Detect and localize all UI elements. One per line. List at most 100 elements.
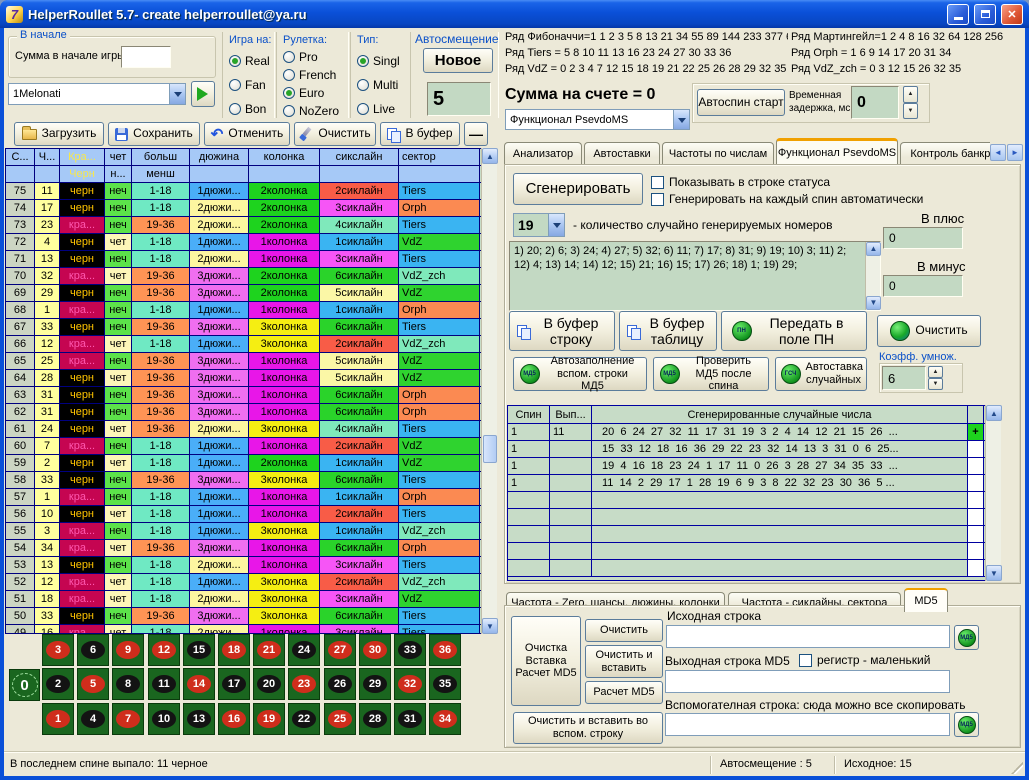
radio-option-fan[interactable]: Fan (229, 78, 274, 92)
maximize-button[interactable] (974, 4, 996, 25)
generated-numbers-textarea[interactable]: 1) 20; 2) 6; 3) 24; 4) 27; 5) 32; 6) 11;… (509, 241, 881, 311)
radio-option-multi[interactable]: Multi (357, 78, 410, 92)
board-cell-28[interactable]: 28 (359, 703, 391, 735)
table-row[interactable]: 6231черннеч19-363дюжи...1колонка6сиклайн… (6, 404, 496, 421)
spinner-down-icon[interactable]: ▼ (903, 103, 918, 120)
spin-table-row[interactable]: 119 4 16 18 23 24 1 17 11 0 26 3 28 27 3… (508, 458, 1000, 475)
board-cell-25[interactable]: 25 (324, 703, 356, 735)
undo-button[interactable]: ↶Отменить (204, 122, 290, 146)
load-button[interactable]: Загрузить (14, 122, 104, 146)
spin-table-row[interactable]: 111 14 2 29 17 1 28 19 6 9 3 8 22 32 23 … (508, 475, 1000, 492)
board-cell-4[interactable]: 4 (77, 703, 109, 735)
radio-option-euro[interactable]: Euro (283, 86, 348, 100)
chevron-down-icon[interactable] (548, 214, 564, 236)
table-row[interactable]: 5212кра...чет1-181дюжи...3колонка2сиклай… (6, 574, 496, 591)
md5-calc-button[interactable]: Расчет MD5 (585, 681, 663, 704)
clear-button[interactable]: Очистить (294, 122, 376, 146)
board-cell-1[interactable]: 1 (42, 703, 74, 735)
table-row[interactable]: 571кра...неч1-181дюжи...1колонка1сиклайн… (6, 489, 496, 506)
board-cell-14[interactable]: 14 (183, 668, 215, 700)
board-cell-8[interactable]: 8 (112, 668, 144, 700)
auto-generate-checkbox-row[interactable]: Генерировать на каждый спин автоматическ… (651, 192, 923, 206)
autospin-start-button[interactable]: Автоспин старт (697, 89, 785, 116)
spinner-up-icon[interactable]: ▲ (928, 366, 943, 378)
output-string-input[interactable] (665, 670, 950, 693)
board-cell-3[interactable]: 3 (42, 634, 74, 666)
table-row[interactable]: 6733черннеч19-363дюжи...3колонка6сиклайн… (6, 319, 496, 336)
board-cell-18[interactable]: 18 (218, 634, 250, 666)
table-row[interactable]: 5313черннеч1-182дюжи...1колонка3сиклайнT… (6, 557, 496, 574)
spin-table-row[interactable] (508, 560, 1000, 577)
table-row[interactable]: 5118кра...чет1-182дюжи...3колонка3сиклай… (6, 591, 496, 608)
md5-clear-paste-button[interactable]: Очистить и вставить (585, 645, 663, 678)
start-sum-input[interactable] (121, 46, 171, 68)
tab-scroll-left-icon[interactable]: ◄ (990, 144, 1006, 161)
radio-option-bon[interactable]: Bon (229, 102, 274, 116)
minus-field[interactable]: 0 (883, 275, 963, 297)
radio-icon[interactable] (283, 105, 295, 117)
table-row[interactable]: 7032кра...чет19-363дюжи...2колонка6сикла… (6, 268, 496, 285)
generate-button[interactable]: Сгенерировать (513, 173, 643, 205)
chevron-down-icon[interactable] (169, 84, 185, 104)
spin-table-scrollbar[interactable]: ▲ ▼ (985, 405, 1001, 581)
table-row[interactable]: 5434кра...чет19-363дюжи...1колонка6сикла… (6, 540, 496, 557)
functional-combobox[interactable]: Функционал PsevdoMS (505, 109, 690, 130)
radio-option-live[interactable]: Live (357, 102, 410, 116)
table-row[interactable]: 7113черннеч1-182дюжи...1колонка3сиклайнT… (6, 251, 496, 268)
radio-icon[interactable] (283, 87, 295, 99)
checkbox-icon[interactable] (651, 193, 664, 206)
board-cell-34[interactable]: 34 (429, 703, 461, 735)
table-row[interactable]: 6525кра...неч19-363дюжи...1колонка5сикла… (6, 353, 496, 370)
board-cell-26[interactable]: 26 (324, 668, 356, 700)
radio-icon[interactable] (283, 51, 295, 63)
aux-string-input[interactable] (665, 713, 950, 736)
table-row[interactable]: 6428чернчет19-363дюжи...1колонка5сиклайн… (6, 370, 496, 387)
tab-1[interactable]: Анализатор (504, 142, 582, 164)
coef-spinner[interactable]: ▲ ▼ (928, 366, 943, 390)
board-cell-zero[interactable]: 0 (9, 669, 40, 701)
new-button[interactable]: Новое (423, 48, 493, 73)
radio-option-pro[interactable]: Pro (283, 50, 348, 64)
board-cell-35[interactable]: 35 (429, 668, 461, 700)
aux-md5-icon-button[interactable]: МД5 (954, 712, 979, 737)
scroll-down-icon[interactable]: ▼ (986, 565, 1002, 581)
table-row[interactable]: 6124чернчет19-362дюжи...3колонка4сиклайн… (6, 421, 496, 438)
source-string-input[interactable] (666, 625, 950, 648)
board-cell-29[interactable]: 29 (359, 668, 391, 700)
register-checkbox-row[interactable]: регистр - маленький (799, 653, 930, 667)
show-status-checkbox-row[interactable]: Показывать в строке статуса (651, 175, 830, 189)
table-row[interactable]: 6929черннеч19-363дюжи...2колонка5сиклайн… (6, 285, 496, 302)
to-buffer-button[interactable]: В буфер (380, 122, 460, 146)
checkbox-icon[interactable] (651, 176, 664, 189)
tab-scroll-right-icon[interactable]: ► (1007, 144, 1023, 161)
calc-md5-icon-button[interactable]: МД5 (954, 625, 979, 650)
table-row[interactable]: 592чернчет1-181дюжи...2колонка1сиклайнVd… (6, 455, 496, 472)
board-cell-24[interactable]: 24 (288, 634, 320, 666)
board-cell-9[interactable]: 9 (112, 634, 144, 666)
buffer-table-button[interactable]: В буфер таблицу (619, 311, 717, 351)
board-cell-22[interactable]: 22 (288, 703, 320, 735)
board-cell-5[interactable]: 5 (77, 668, 109, 700)
count-combobox[interactable]: 19 (513, 213, 565, 237)
board-cell-36[interactable]: 36 (429, 634, 461, 666)
table-row[interactable]: 7323кра...неч19-362дюжи...2колонка4сикла… (6, 217, 496, 234)
tab-5[interactable]: Контроль банкрол (900, 142, 990, 164)
spin-table-row[interactable] (508, 509, 1000, 526)
coef-value[interactable]: 6 (882, 366, 926, 390)
md5-clear-button[interactable]: Очистить (585, 619, 663, 642)
autobet-button[interactable]: ГСЧАвтоставка случайных (775, 357, 867, 391)
plus-field[interactable]: 0 (883, 227, 963, 249)
checkbox-icon[interactable] (799, 654, 812, 667)
radio-icon[interactable] (283, 69, 295, 81)
radio-option-nozero[interactable]: NoZero (283, 104, 348, 118)
spin-table-row[interactable] (508, 526, 1000, 543)
resize-grip[interactable] (1011, 762, 1023, 774)
radio-icon[interactable] (357, 55, 369, 67)
titlebar[interactable]: 7 HelperRoullet 5.7- create helperroulle… (0, 0, 1029, 28)
spin-table-row[interactable] (508, 543, 1000, 560)
radio-icon[interactable] (357, 103, 369, 115)
table-row[interactable]: 724чернчет1-181дюжи...1колонка1сиклайнVd… (6, 234, 496, 251)
delay-value[interactable]: 0 (851, 86, 899, 119)
spin-table-row[interactable]: 11120 6 24 27 32 11 17 31 19 3 2 4 14 12… (508, 424, 1000, 441)
delay-spinner[interactable]: ▲ ▼ (903, 86, 918, 119)
